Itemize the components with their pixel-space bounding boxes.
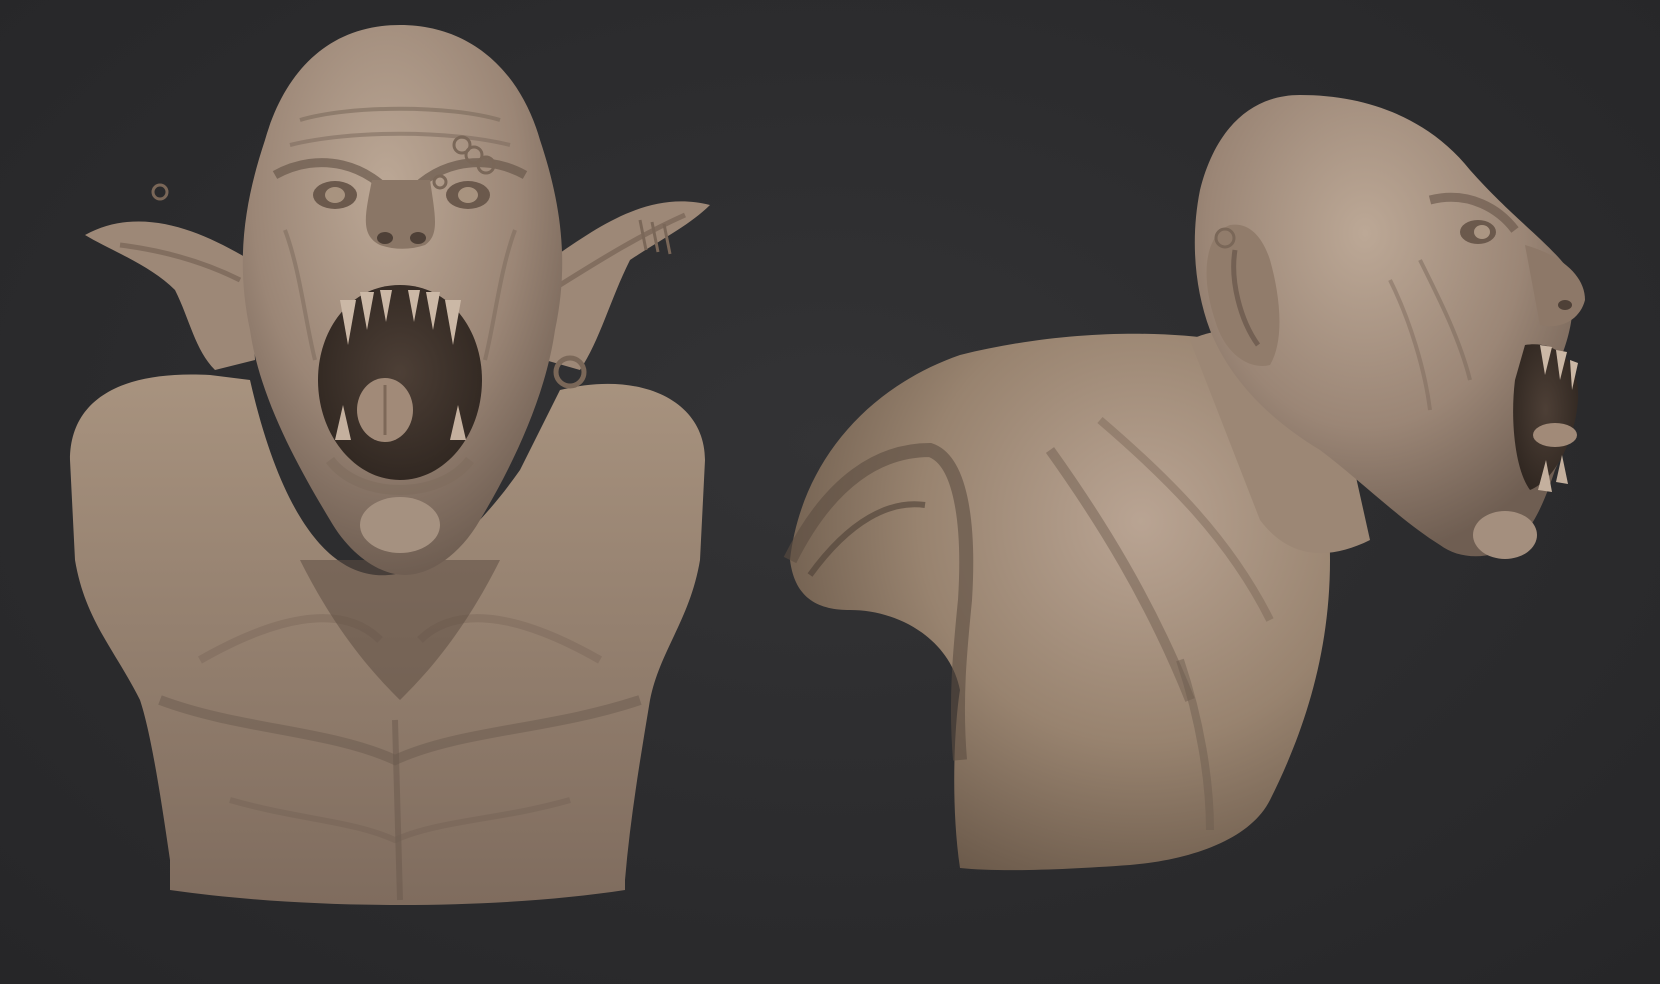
sculpt-viewport xyxy=(0,0,1660,984)
front-view-bust xyxy=(70,25,710,905)
front-left-ear xyxy=(85,221,255,370)
sculpt-render xyxy=(70,25,1585,905)
front-right-ear xyxy=(545,201,710,370)
side-view-bust xyxy=(783,95,1585,871)
